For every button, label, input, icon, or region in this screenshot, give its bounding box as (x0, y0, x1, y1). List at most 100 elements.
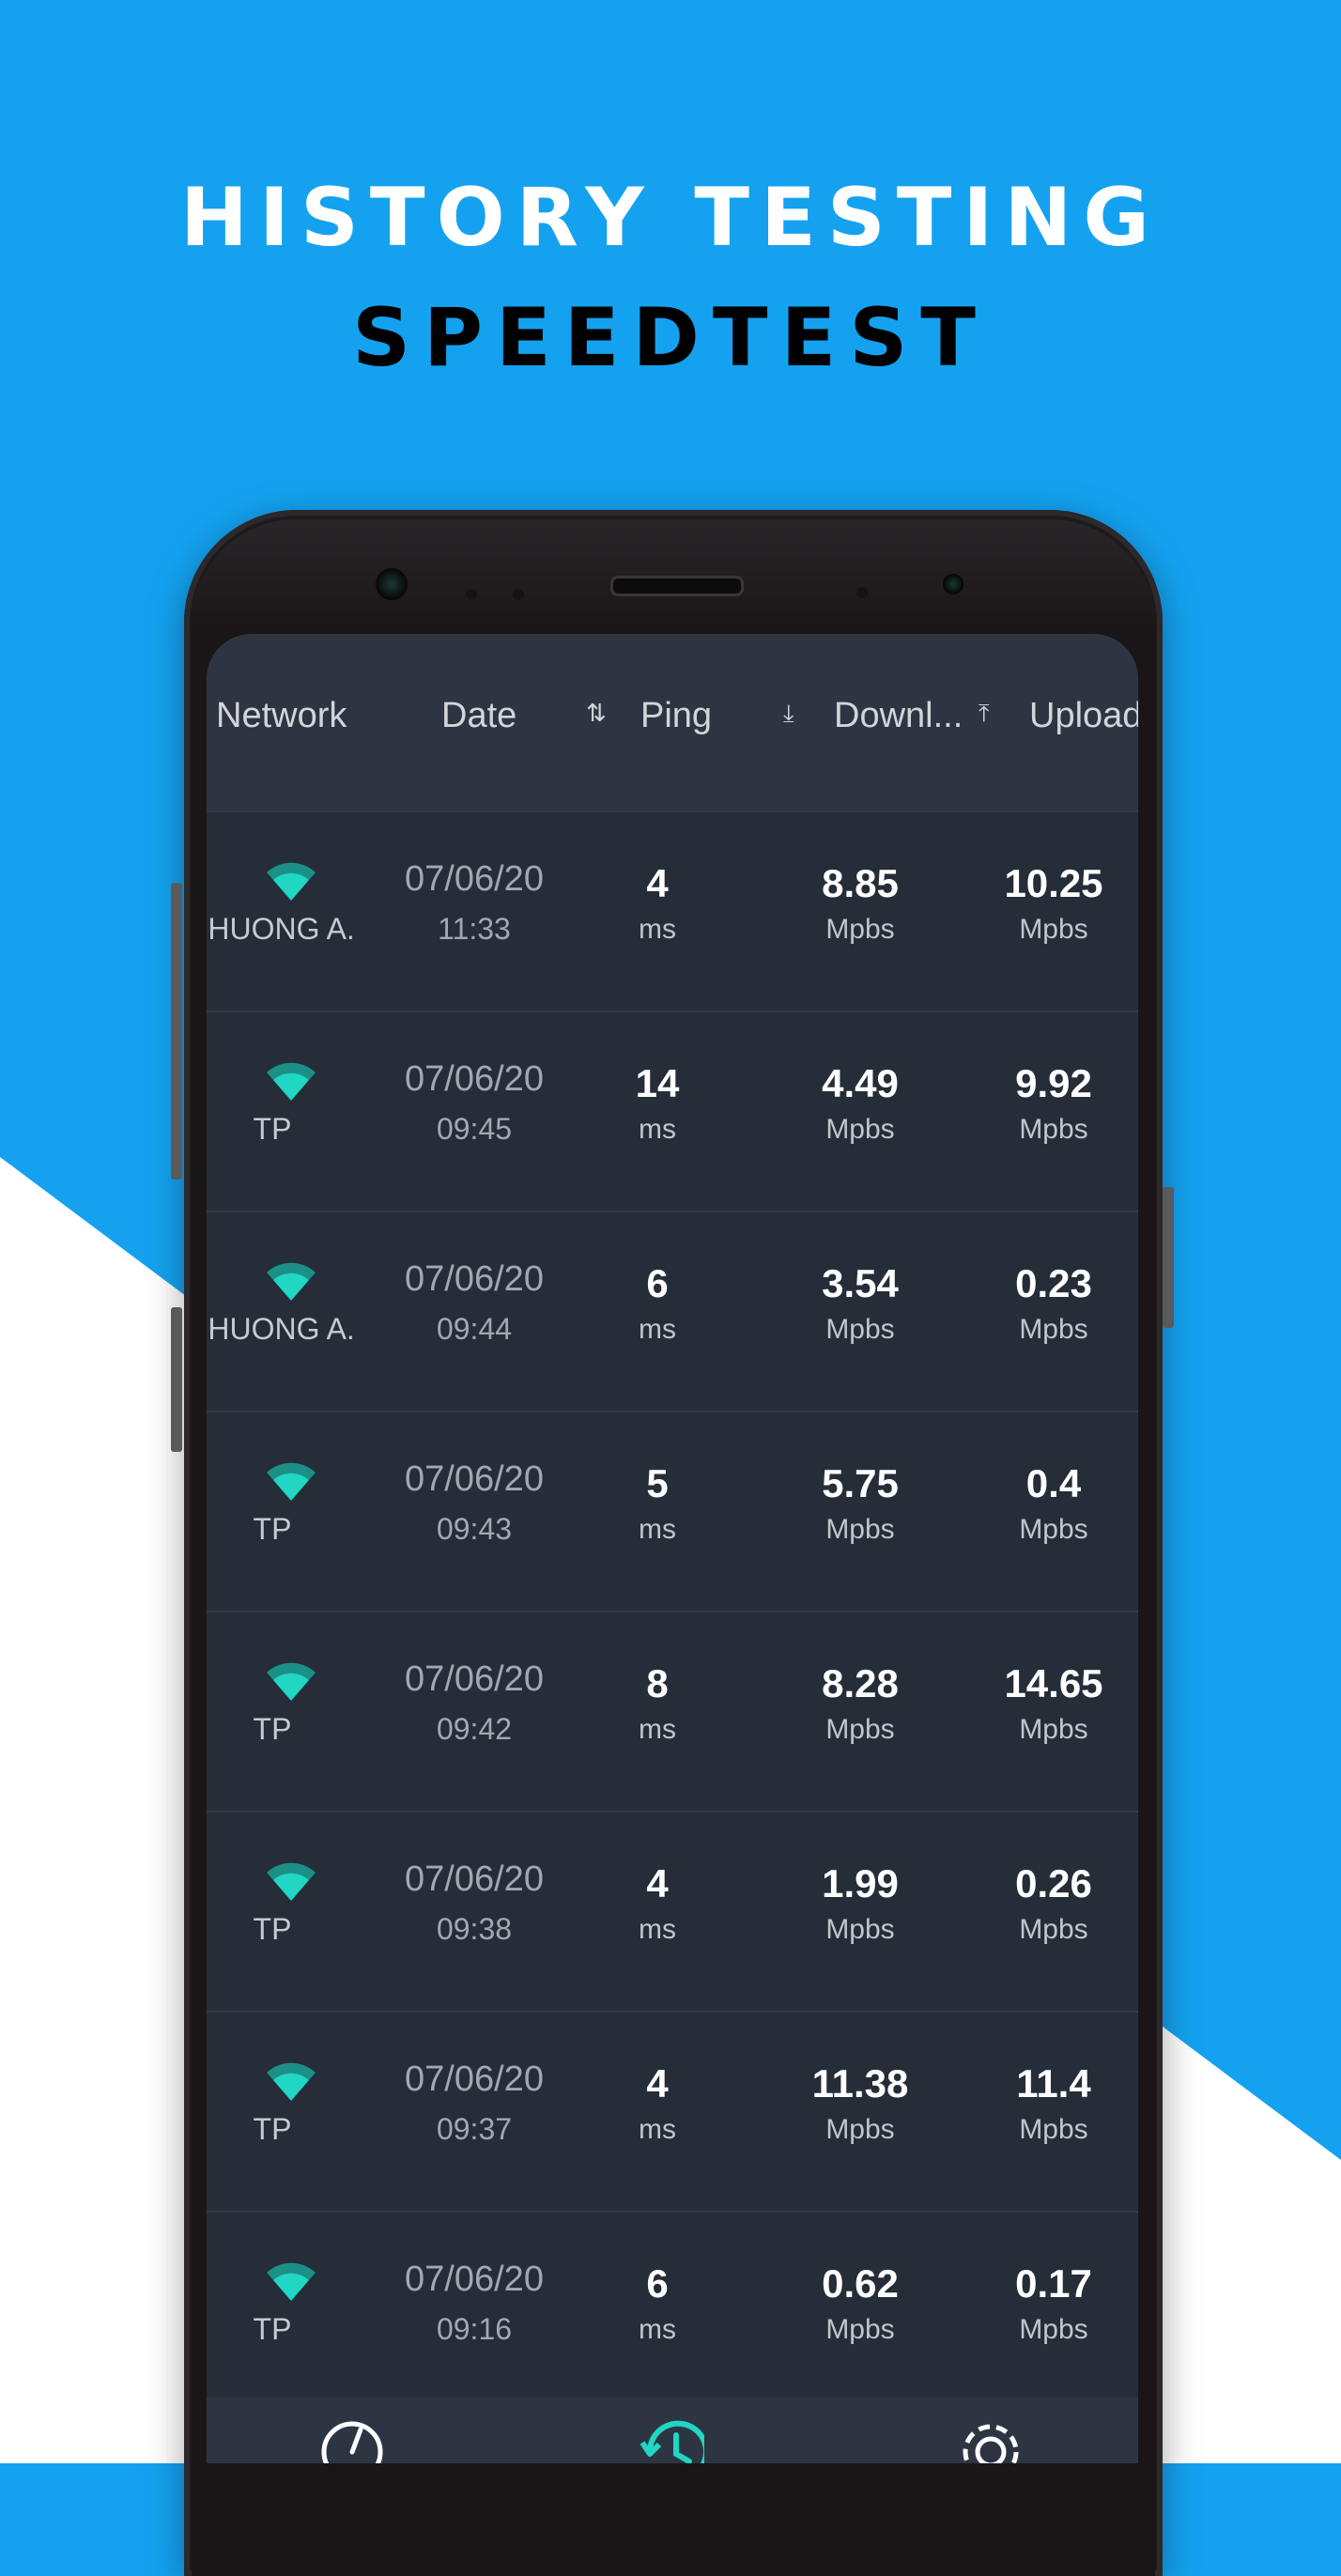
upload-value: 10.25 (1004, 861, 1103, 905)
proximity-sensor (943, 574, 963, 594)
ping-value: 6 (646, 1261, 669, 1305)
download-unit: Mpbs (825, 1514, 895, 1545)
upload-unit: Mpbs (1019, 2114, 1088, 2145)
column-header-network[interactable]: Network (216, 692, 385, 739)
network-name: TP (253, 1512, 292, 1546)
bixby-button (171, 1307, 182, 1452)
wifi-icon (265, 1461, 317, 1503)
wifi-icon (265, 1661, 317, 1703)
speedometer-icon[interactable] (319, 2407, 385, 2463)
ping-value: 6 (646, 2261, 669, 2306)
ping-unit: ms (639, 1114, 676, 1145)
download-unit: Mpbs (825, 1114, 895, 1145)
ping-unit: ms (639, 2314, 676, 2345)
history-row[interactable]: TP 07/06/20 09:38 4 ms 1.99 Mpbs 0.26 Mpbs (207, 1811, 1138, 2011)
ping-value: 4 (646, 2061, 669, 2106)
download-value: 1.99 (822, 1861, 899, 1905)
ping-unit: ms (639, 1914, 676, 1945)
ping-value: 5 (646, 1461, 669, 1505)
test-time: 09:16 (436, 2312, 513, 2346)
download-unit: Mpbs (825, 1714, 895, 1745)
column-header-date[interactable]: Date (441, 692, 554, 739)
headline-subtitle: SPEEDTEST (352, 291, 989, 385)
ping-value: 14 (635, 1061, 680, 1105)
test-date: 07/06/20 (405, 2059, 544, 2099)
ping-unit: ms (639, 914, 676, 945)
network-name: PHUONG A... (207, 912, 357, 946)
test-time: 09:42 (436, 1712, 513, 1746)
history-row[interactable]: TP 07/06/20 09:43 5 ms 5.75 Mpbs 0.4 Mpbs (207, 1411, 1138, 1611)
upload-unit: Mpbs (1019, 1114, 1088, 1145)
sensor-dot (513, 589, 524, 600)
upload-value: 14.65 (1004, 1661, 1103, 1705)
history-row[interactable]: TP 07/06/20 09:37 4 ms 11.38 Mpbs 11.4 Mpbs (207, 2011, 1138, 2211)
sensor-dot (856, 587, 868, 598)
power-button (1163, 1187, 1174, 1328)
volume-button (171, 883, 182, 1180)
upload-value: 9.92 (1015, 1061, 1092, 1105)
app-screen: Network Date ⇅ Ping ⤓ Downl... ⤒ Upload … (207, 634, 1138, 2463)
download-unit: Mpbs (825, 1314, 895, 1345)
upload-unit: Mpbs (1019, 1314, 1088, 1345)
wifi-icon (265, 861, 317, 902)
history-row[interactable]: PHUONG A... 07/06/20 11:33 4 ms 8.85 Mpbs 10.25… (207, 810, 1138, 1010)
upload-value: 0.23 (1015, 1261, 1092, 1305)
history-icon[interactable] (639, 2407, 704, 2463)
test-date: 07/06/20 (405, 1259, 544, 1299)
history-row[interactable]: TP 07/06/20 09:42 8 ms 8.28 Mpbs 14.65 Mpbs (207, 1611, 1138, 1811)
upload-unit: Mpbs (1019, 914, 1088, 945)
ping-unit: ms (639, 1314, 676, 1345)
test-time: 09:45 (436, 1112, 513, 1146)
network-name: TP (253, 2312, 292, 2346)
column-header-ping[interactable]: Ping (640, 692, 744, 739)
ping-unit: ms (639, 1514, 676, 1545)
upload-value: 0.26 (1015, 1861, 1092, 1905)
wifi-icon (265, 2261, 317, 2303)
wifi-icon (265, 1061, 317, 1103)
ping-value: 4 (646, 1861, 669, 1905)
sensor-dot (466, 589, 477, 600)
download-value: 5.75 (822, 1461, 899, 1505)
wifi-icon (265, 1861, 317, 1903)
bottom-navigation (207, 2398, 1138, 2463)
headline-title: HISTORY TESTING (180, 171, 1161, 265)
column-header-download[interactable]: Downl... (834, 692, 975, 739)
upload-value: 11.4 (1016, 2061, 1091, 2106)
history-row[interactable]: TP 07/06/20 09:16 6 ms 0.62 Mpbs 0.17 Mpbs (207, 2211, 1138, 2411)
test-date: 07/06/20 (405, 1659, 544, 1699)
phone-speaker (610, 576, 744, 596)
network-name: TP (253, 2112, 292, 2146)
network-name: TP (253, 1112, 292, 1146)
download-value: 8.28 (822, 1661, 899, 1705)
download-unit: Mpbs (825, 2314, 895, 2345)
upload-arrow-icon: ⤒ (979, 700, 990, 728)
test-date: 07/06/20 (405, 1459, 544, 1499)
test-date: 07/06/20 (405, 1059, 544, 1099)
download-value: 4.49 (822, 1061, 899, 1105)
upload-unit: Mpbs (1019, 1514, 1088, 1545)
network-name: PHUONG A... (207, 1312, 357, 1346)
test-date: 07/06/20 (405, 859, 544, 899)
upload-value: 0.4 (1025, 1461, 1082, 1505)
wifi-icon (265, 2061, 317, 2103)
ping-value: 4 (646, 861, 669, 905)
network-name: TP (253, 1712, 292, 1746)
download-value: 3.54 (822, 1261, 899, 1305)
wifi-icon (265, 1261, 317, 1303)
upload-value: 0.17 (1015, 2261, 1092, 2306)
download-value: 11.38 (811, 2061, 909, 2106)
settings-icon[interactable] (958, 2407, 1024, 2463)
network-name: TP (253, 1912, 292, 1946)
upload-unit: Mpbs (1019, 1914, 1088, 1945)
ping-value: 8 (646, 1661, 669, 1705)
ping-unit: ms (639, 2114, 676, 2145)
history-row[interactable]: PHUONG A... 07/06/20 09:44 6 ms 3.54 Mpbs 0.23 M… (207, 1211, 1138, 1411)
test-time: 09:43 (436, 1512, 513, 1546)
column-header-upload[interactable]: Upload (1029, 692, 1138, 739)
test-time: 11:33 (438, 912, 511, 946)
download-value: 0.62 (822, 2261, 899, 2306)
test-time: 09:44 (436, 1312, 513, 1346)
history-row[interactable]: TP 07/06/20 09:45 14 ms 4.49 Mpbs 9.92 Mpbs (207, 1010, 1138, 1211)
test-date: 07/06/20 (405, 2260, 544, 2299)
test-date: 07/06/20 (405, 1859, 544, 1899)
